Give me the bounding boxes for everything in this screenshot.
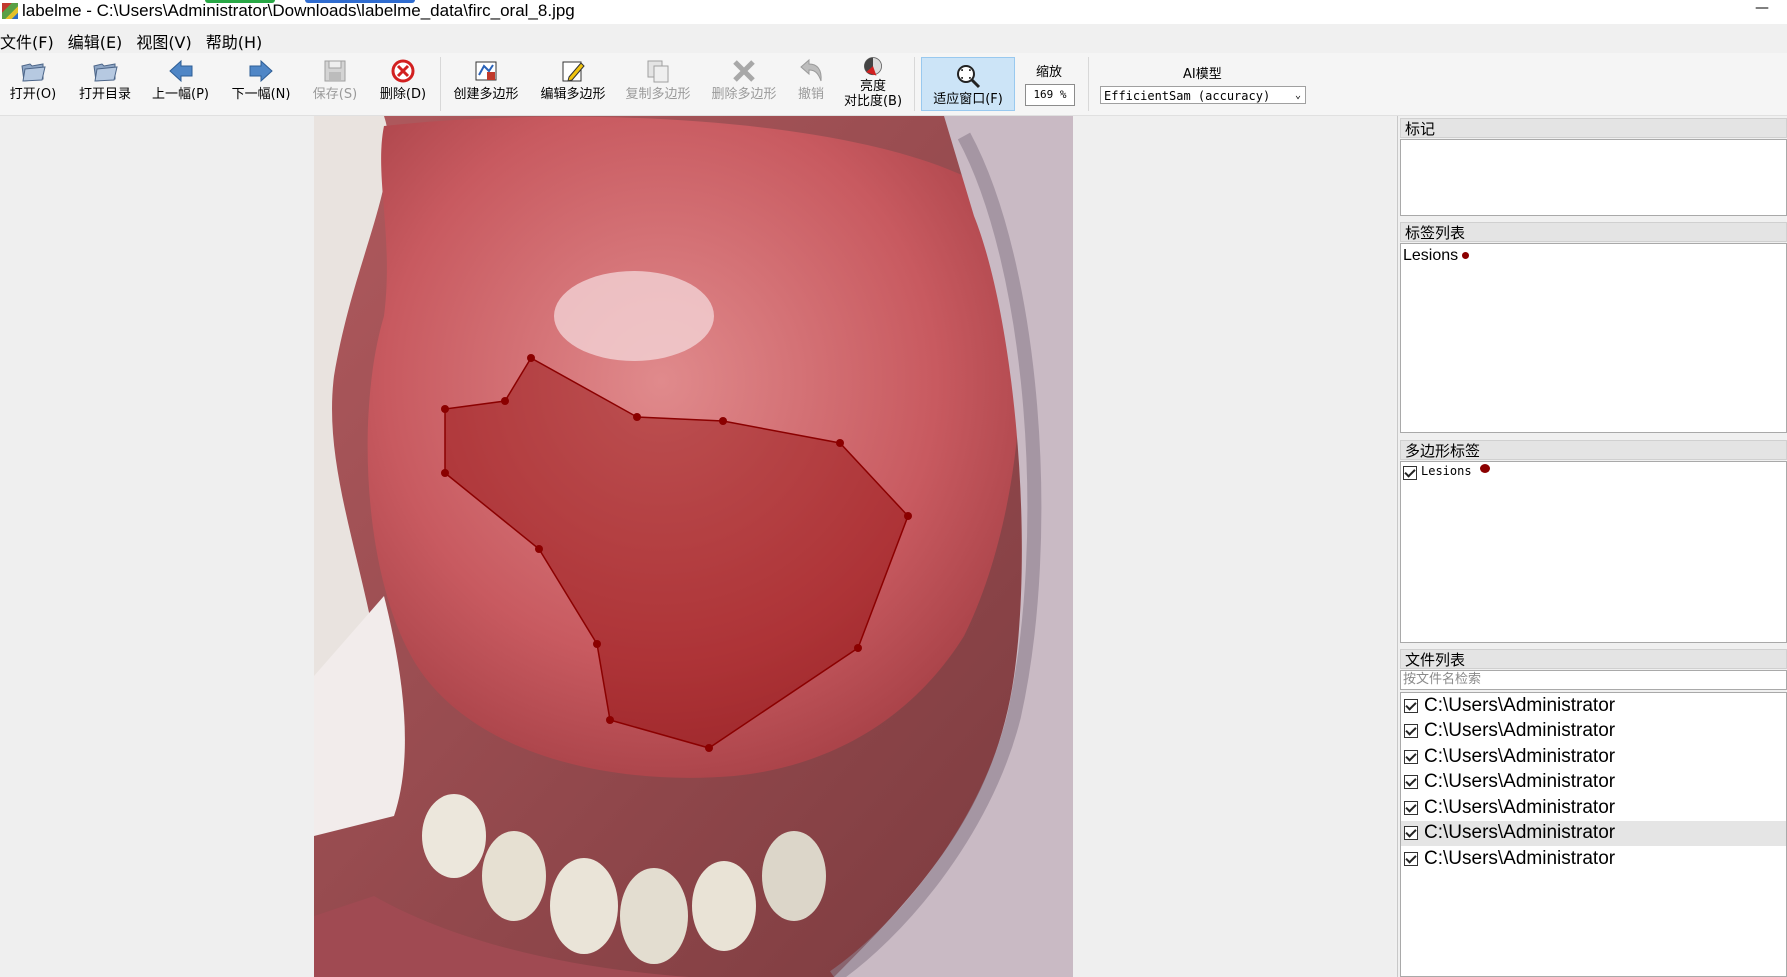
open-dir-button[interactable]: 打开目录 — [75, 57, 135, 111]
delete-polygon-label: 删除多边形 — [711, 87, 777, 102]
open-button[interactable]: 打开(O) — [8, 57, 58, 111]
save-disk-icon — [324, 60, 346, 82]
save-label: 保存(S) — [312, 87, 358, 102]
file-checkbox[interactable] — [1404, 800, 1418, 815]
fit-window-button[interactable]: 适应窗口(F) — [921, 57, 1015, 111]
file-list-item[interactable]: C:\Users\Administrator — [1401, 846, 1786, 872]
file-list-item[interactable]: C:\Users\Administrator — [1401, 744, 1786, 770]
file-path: C:\Users\Administrator — [1424, 745, 1616, 767]
polygon-labels-title: 多边形标签 — [1400, 440, 1787, 460]
brightness-contrast-button[interactable]: 亮度 对比度(B) — [840, 55, 906, 109]
create-polygon-icon — [475, 61, 497, 81]
edit-polygon-label: 编辑多边形 — [540, 87, 606, 102]
file-checkbox[interactable] — [1404, 851, 1418, 866]
label-item[interactable]: Lesions — [1403, 247, 1470, 265]
file-list-item[interactable]: C:\Users\Administrator — [1401, 770, 1786, 796]
polygon-color-dot — [1479, 464, 1490, 473]
chevron-down-icon: ⌄ — [1294, 90, 1301, 101]
arrow-left-icon — [168, 59, 192, 83]
ai-model-value: EfficientSam (accuracy) — [1104, 89, 1271, 103]
file-checkbox[interactable] — [1404, 749, 1418, 764]
file-list-item[interactable]: C:\Users\Administrator — [1401, 693, 1786, 719]
file-checkbox[interactable] — [1404, 826, 1418, 841]
undo-label: 撤销 — [797, 87, 824, 102]
polygon-item-name: Lesions — [1421, 464, 1472, 478]
copy-icon — [647, 60, 669, 83]
delete-circle-icon — [391, 59, 415, 83]
menu-file[interactable]: 文件(F) — [0, 26, 61, 52]
fit-window-label: 适应窗口(F) — [933, 92, 1003, 107]
file-list[interactable]: C:\Users\Administrator C:\Users\Administ… — [1400, 692, 1787, 977]
label-item-name: Lesions — [1403, 247, 1459, 264]
arrow-right-icon — [249, 59, 273, 83]
flags-panel-title: 标记 — [1400, 118, 1787, 138]
minimize-button[interactable]: — — [1755, 0, 1769, 16]
menu-edit[interactable]: 编辑(E) — [68, 26, 130, 52]
file-path: C:\Users\Administrator — [1424, 771, 1616, 793]
file-checkbox[interactable] — [1404, 698, 1418, 713]
polygon-item[interactable]: Lesions — [1403, 464, 1490, 480]
file-path: C:\Users\Administrator — [1424, 847, 1616, 869]
toolbar-separator — [914, 57, 915, 111]
file-path: C:\Users\Administrator — [1424, 822, 1616, 844]
title-bar: labelme - C:\Users\Administrator\Downloa… — [0, 0, 1787, 24]
copy-polygon-button[interactable]: 复制多边形 — [622, 57, 694, 111]
edit-polygon-button[interactable]: 编辑多边形 — [537, 57, 609, 111]
label-list-title: 标签列表 — [1400, 222, 1787, 242]
delete-polygon-button[interactable]: 删除多边形 — [708, 57, 780, 111]
delete-file-button[interactable]: 删除(D) — [378, 57, 428, 111]
ai-model-select[interactable]: EfficientSam (accuracy) ⌄ — [1100, 86, 1306, 104]
label-color-dot — [1462, 252, 1470, 260]
file-path: C:\Users\Administrator — [1424, 796, 1616, 818]
undo-button[interactable]: 撤销 — [793, 57, 829, 111]
prev-image-label: 上一幅(P) — [152, 87, 209, 102]
toolbar-separator — [440, 57, 441, 111]
file-path: C:\Users\Administrator — [1424, 720, 1616, 742]
annotation-canvas[interactable] — [314, 116, 1073, 977]
flags-panel[interactable] — [1400, 139, 1787, 216]
next-image-label: 下一幅(N) — [231, 87, 291, 102]
zoom-label: 缩放 — [1036, 65, 1063, 80]
contrast-label: 对比度(B) — [843, 94, 903, 109]
photo-highlight — [554, 271, 714, 361]
brightness-label: 亮度 — [859, 79, 886, 94]
prev-image-button[interactable]: 上一幅(P) — [148, 57, 213, 111]
menu-bar: 文件(F) 编辑(E) 视图(V) 帮助(H) — [0, 26, 1787, 52]
file-path: C:\Users\Administrator — [1424, 694, 1616, 716]
file-search-input[interactable]: 按文件名检索 — [1400, 670, 1787, 690]
menu-help[interactable]: 帮助(H) — [206, 26, 270, 52]
file-list-item-selected[interactable]: C:\Users\Administrator — [1401, 820, 1786, 846]
file-checkbox[interactable] — [1404, 775, 1418, 790]
edit-pencil-icon — [562, 61, 585, 82]
ai-model-label: AI模型 — [1183, 67, 1222, 82]
file-list-item[interactable]: C:\Users\Administrator — [1401, 719, 1786, 745]
toolbar-separator — [1088, 57, 1089, 111]
polygon-labels-panel[interactable]: Lesions — [1400, 461, 1787, 643]
copy-polygon-label: 复制多边形 — [625, 87, 691, 102]
delete-x-icon — [733, 60, 755, 82]
next-image-button[interactable]: 下一幅(N) — [228, 57, 294, 111]
window-title: labelme - C:\Users\Administrator\Downloa… — [22, 1, 575, 20]
brightness-icon — [864, 57, 882, 76]
folder-open-icon — [21, 63, 46, 82]
create-polygon-button[interactable]: 创建多边形 — [450, 57, 522, 111]
zoom-fit-icon — [957, 65, 981, 89]
label-list-panel[interactable]: Lesions — [1400, 243, 1787, 433]
create-polygon-label: 创建多边形 — [453, 87, 519, 102]
labelme-app-icon — [2, 3, 18, 19]
folder-open-icon — [93, 63, 118, 82]
open-dir-label: 打开目录 — [78, 87, 131, 102]
toolbar: 打开(O) 打开目录 上一幅(P) 下一幅(N) 保存(S) 删除(D) 创建多… — [0, 53, 1787, 116]
menu-view[interactable]: 视图(V) — [136, 26, 198, 52]
polygon-visible-checkbox[interactable] — [1403, 466, 1417, 480]
undo-arrow-icon — [800, 58, 822, 82]
open-label: 打开(O) — [9, 87, 57, 102]
delete-file-label: 删除(D) — [379, 87, 427, 102]
zoom-input[interactable]: 169 % — [1025, 84, 1075, 106]
save-button[interactable]: 保存(S) — [310, 57, 360, 111]
file-checkbox[interactable] — [1404, 724, 1418, 739]
file-list-item[interactable]: C:\Users\Administrator — [1401, 795, 1786, 821]
file-list-title: 文件列表 — [1400, 649, 1787, 669]
